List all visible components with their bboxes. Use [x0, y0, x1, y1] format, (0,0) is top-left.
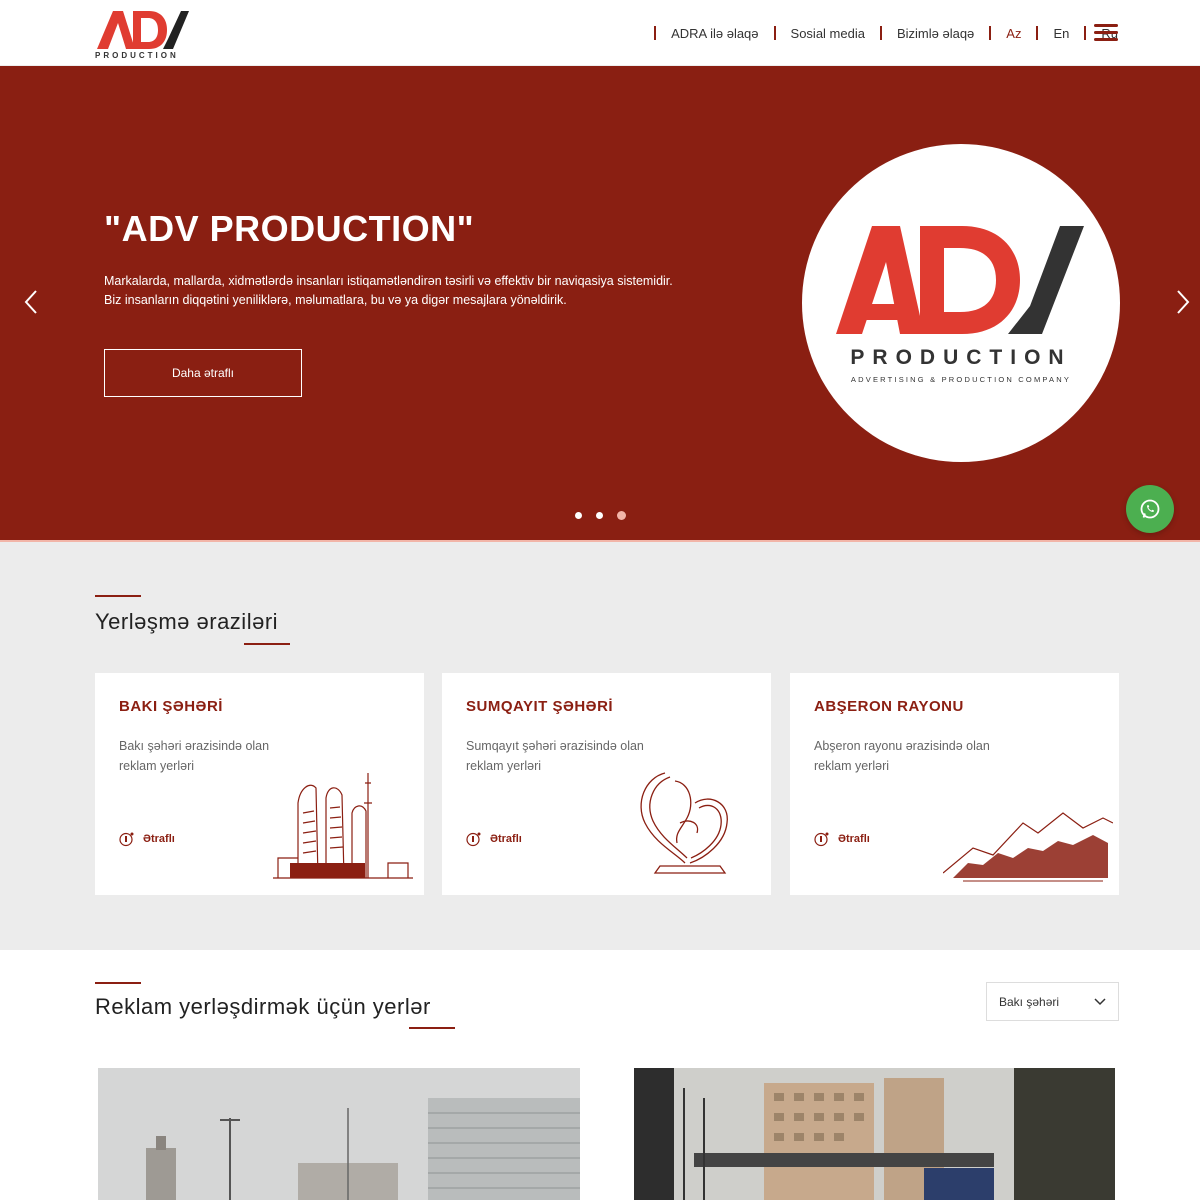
card-more-label: Ətraflı [838, 833, 870, 845]
hero-logo-circle: PRODUCTION ADVERTISING & PRODUCTION COMP… [802, 144, 1120, 462]
nav-separator [879, 26, 882, 40]
place-photo-2[interactable] [634, 1068, 1115, 1200]
adv-production-logo: PRODUCTION ADVERTISING & PRODUCTION COMP… [836, 226, 1084, 384]
baku-flame-towers-icon [273, 773, 413, 879]
whatsapp-button[interactable] [1126, 485, 1174, 533]
section-underline [244, 643, 290, 645]
card-more-link[interactable]: Ətraflı [466, 831, 522, 847]
slider-dots [575, 511, 626, 520]
city-select-value: Bakı şəhəri [999, 994, 1060, 1009]
areas-section: Yerləşmə əraziləri BAKI ŞƏHƏRİ Bakı şəhə… [0, 542, 1200, 950]
area-card-baku[interactable]: BAKI ŞƏHƏRİ Bakı şəhəri ərazisində olan … [95, 673, 424, 895]
sumgayit-monument-icon [640, 772, 728, 874]
places-section: Reklam yerləşdirmək üçün yerlər Bakı şəh… [0, 950, 1200, 1200]
card-description: Abşeron rayonu ərazisində olan reklam ye… [814, 739, 990, 773]
logo-text: PRODUCTION [95, 51, 179, 60]
nav-separator [1036, 26, 1039, 40]
nav-social-media[interactable]: Sosial media [791, 26, 865, 41]
card-title: ABŞERON RAYONU [814, 698, 964, 715]
areas-title: Yerləşmə əraziləri [95, 609, 279, 634]
hero-title: "ADV PRODUCTION" [104, 208, 475, 249]
city-select[interactable]: Bakı şəhəri [986, 982, 1119, 1021]
hero-more-button[interactable]: Daha ətraflı [104, 349, 302, 397]
card-more-label: Ətraflı [490, 833, 522, 845]
place-photo-1[interactable] [98, 1068, 580, 1200]
nav-separator [989, 26, 992, 40]
nav-separator [654, 26, 657, 40]
lang-az[interactable]: Az [1006, 26, 1021, 41]
chevron-left-icon[interactable] [20, 288, 42, 316]
places-title: Reklam yerləşdirmək üçün yerlər [95, 994, 431, 1019]
slider-dot-3[interactable] [617, 511, 626, 520]
info-icon [119, 832, 134, 847]
nav-separator [773, 26, 776, 40]
card-more-label: Ətraflı [143, 833, 175, 845]
card-more-link[interactable]: Ətraflı [119, 831, 175, 847]
area-card-absheron[interactable]: ABŞERON RAYONU Abşeron rayonu ərazisində… [790, 673, 1119, 895]
chevron-down-icon [1094, 997, 1106, 1005]
top-nav: ADRA ilə əlaqə Sosial media Bizimlə əlaq… [639, 22, 1118, 44]
section-accent-line [95, 595, 141, 597]
nav-adra-contact[interactable]: ADRA ilə əlaqə [671, 26, 758, 41]
circle-logo-tagline: ADVERTISING & PRODUCTION COMPANY [851, 375, 1071, 384]
card-more-link[interactable]: Ətraflı [814, 831, 870, 847]
card-title: BAKI ŞƏHƏRİ [119, 698, 223, 715]
chevron-right-icon[interactable] [1172, 288, 1194, 316]
nav-separator [1084, 26, 1087, 40]
area-card-sumgayit[interactable]: SUMQAYIT ŞƏHƏRİ Sumqayıt şəhəri ərazisin… [442, 673, 771, 895]
section-accent-line [95, 982, 141, 984]
adv-logo-icon [97, 11, 189, 49]
hamburger-menu-icon[interactable] [1094, 24, 1118, 42]
whatsapp-icon [1140, 499, 1160, 519]
building-photo-image [98, 1068, 580, 1200]
site-header: PRODUCTION ADRA ilə əlaqə Sosial media B… [0, 0, 1200, 66]
section-underline [409, 1027, 455, 1029]
slider-dot-2[interactable] [596, 512, 603, 519]
nav-contact-us[interactable]: Bizimlə əlaqə [897, 26, 974, 41]
hero-description: Markalarda, mallarda, xidmətlərdə insanl… [104, 274, 673, 307]
circle-logo-production: PRODUCTION [850, 346, 1071, 369]
absheron-landscape-icon [943, 812, 1113, 882]
lang-en[interactable]: En [1053, 26, 1069, 41]
info-icon [814, 832, 829, 847]
slider-dot-1[interactable] [575, 512, 582, 519]
hero-slider: "ADV PRODUCTION" Markalarda, mallarda, x… [0, 66, 1200, 540]
site-logo[interactable]: PRODUCTION [95, 7, 191, 61]
info-icon [466, 832, 481, 847]
street-photo-image [634, 1068, 1115, 1200]
card-title: SUMQAYIT ŞƏHƏRİ [466, 698, 614, 715]
